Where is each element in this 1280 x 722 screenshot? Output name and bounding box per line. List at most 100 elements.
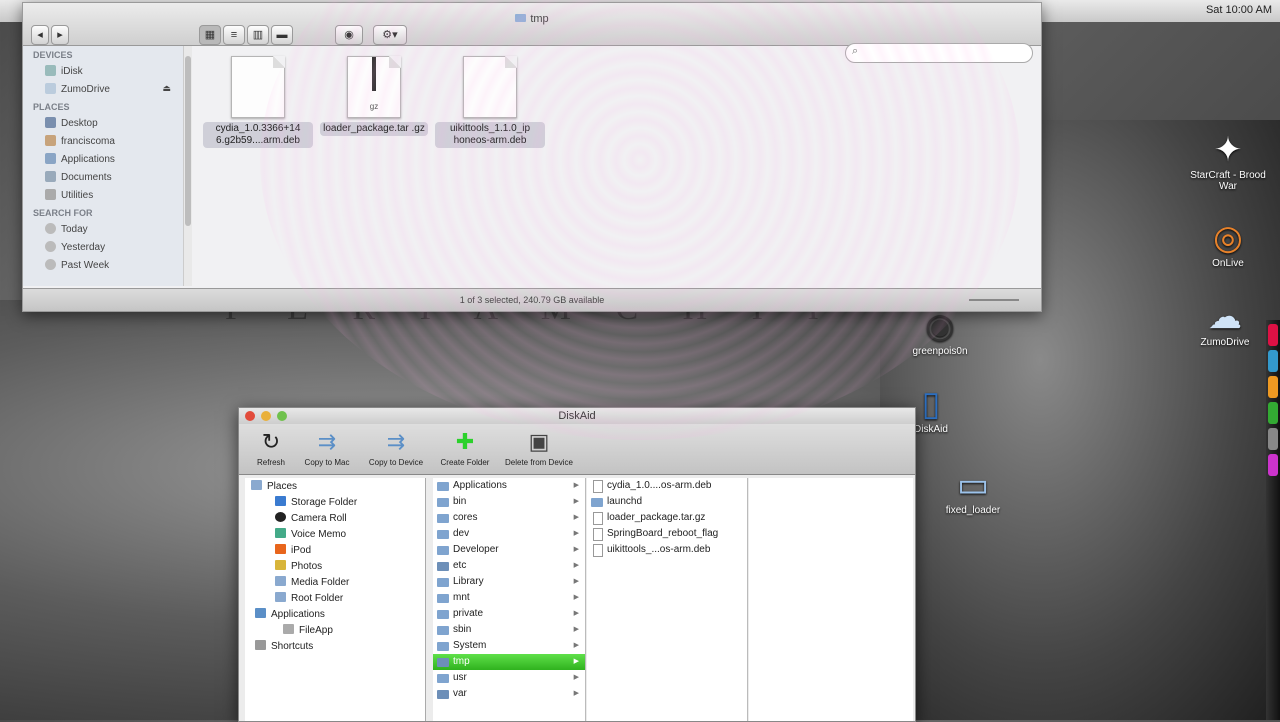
diskaid-titlebar[interactable]: DiskAid [239,408,915,424]
back-button[interactable]: ◂ [31,25,49,45]
zoom-button[interactable] [277,411,287,421]
copy-to-device-button[interactable]: ⇉ Copy to Device [363,426,429,467]
list-item[interactable]: private ▶ [433,606,585,622]
list-item[interactable]: etc ▶ [433,558,585,574]
item-label: uikittools_...os-arm.deb [607,544,711,555]
close-button[interactable] [245,411,255,421]
sidebar-item-applications[interactable]: Applications [23,150,183,168]
sidebar-item-label: Yesterday [61,242,106,253]
place-ipod[interactable]: iPod [245,542,425,558]
place-camera-roll[interactable]: Camera Roll [245,510,425,526]
list-item[interactable]: sbin ▶ [433,622,585,638]
disclosure-arrow-icon: ▶ [573,626,579,633]
list-item[interactable]: mnt ▶ [433,590,585,606]
item-label: tmp [453,656,470,667]
place-voice-memo[interactable]: Voice Memo [245,526,425,542]
action-menu-button[interactable]: ⚙▾ [373,25,407,45]
file-name: loader_package.tar .gz [320,122,428,136]
item-label: usr [453,672,467,683]
sidebar-item-zumodrive[interactable]: ZumoDrive ⏏ [23,80,183,98]
refresh-button[interactable]: ↻ Refresh [251,426,291,467]
disclosure-arrow-icon: ▶ [573,530,579,537]
sidebar-item-past-week[interactable]: Past Week [23,256,183,274]
places-header[interactable]: Places [245,478,425,494]
coverflow-view-button[interactable]: ▬ [271,25,293,45]
shortcuts-header[interactable]: Shortcuts [245,638,425,654]
sidebar-item-label: Documents [61,172,112,183]
sidebar-item-label: franciscoma [61,136,115,147]
column-view-button[interactable]: ▥ [247,25,269,45]
dock-item[interactable] [1268,376,1278,398]
list-item[interactable]: bin ▶ [433,494,585,510]
list-item[interactable]: Developer ▶ [433,542,585,558]
place-storage-folder[interactable]: Storage Folder [245,494,425,510]
list-view-button[interactable]: ≡ [223,25,245,45]
toolbar-label: Create Folder [440,458,490,467]
dock-item[interactable] [1268,402,1278,424]
list-item[interactable]: System ▶ [433,638,585,654]
folder-icon [437,674,449,683]
forward-button[interactable]: ▸ [51,25,69,45]
list-item[interactable]: launchd [587,494,747,510]
photos-icon [275,560,286,570]
place-photos[interactable]: Photos [245,558,425,574]
file-item-cydia[interactable]: cydia_1.0.3366+14 6.g2b59....arm.deb [203,56,313,148]
dock-item[interactable] [1268,324,1278,346]
list-item[interactable]: Library ▶ [433,574,585,590]
list-item[interactable]: usr ▶ [433,670,585,686]
list-item[interactable]: cydia_1.0....os-arm.deb [587,478,747,494]
eject-icon[interactable]: ⏏ [162,83,171,94]
desktop-icon-fixed-loader[interactable]: ▭ fixed_loader [928,465,1018,516]
list-item[interactable]: SpringBoard_reboot_flag [587,526,747,542]
toolbar-label: Copy to Device [368,458,424,467]
list-item-selected[interactable]: tmp ▶ [433,654,585,670]
copy-to-mac-button[interactable]: ⇉ Copy to Mac [299,426,355,467]
create-folder-button[interactable]: ✚ Create Folder [435,426,495,467]
menu-clock[interactable]: Sat 10:00 AM [1206,4,1272,16]
sidebar-item-idisk[interactable]: iDisk [23,62,183,80]
list-item[interactable]: dev ▶ [433,526,585,542]
desktop-icon-starcraft[interactable]: ✦ StarCraft - Brood War [1183,130,1273,192]
delete-from-device-button[interactable]: ▣ Delete from Device [499,426,579,467]
file-item-uikittools[interactable]: uikittools_1.1.0_ip honeos-arm.deb [435,56,545,148]
place-media-folder[interactable]: Media Folder [245,574,425,590]
documents-icon [45,171,56,182]
sidebar-item-yesterday[interactable]: Yesterday [23,238,183,256]
dock-item[interactable] [1268,454,1278,476]
desktop-icon-onlive[interactable]: ◎ OnLive [1183,218,1273,269]
dock-item[interactable] [1268,428,1278,450]
list-item[interactable]: uikittools_...os-arm.deb [587,542,747,558]
scrollbar-thumb[interactable] [185,56,191,226]
sidebar-item-documents[interactable]: Documents [23,168,183,186]
item-label: cydia_1.0....os-arm.deb [607,480,712,491]
list-item[interactable]: cores ▶ [433,510,585,526]
application-fileapp[interactable]: FileApp [245,622,425,638]
desktop-icon-zumodrive[interactable]: ☁ ZumoDrive [1180,297,1270,348]
sidebar-scrollbar[interactable] [183,46,192,286]
onlive-icon: ◎ [1213,219,1243,257]
folder-icon [437,642,449,651]
list-item[interactable]: var ▶ [433,686,585,702]
minimize-button[interactable] [261,411,271,421]
sidebar-item-desktop[interactable]: Desktop [23,114,183,132]
icon-view-button[interactable]: ▦ [199,25,221,45]
folder-icon: ▭ [956,466,990,504]
sidebar-item-today[interactable]: Today [23,220,183,238]
sidebar-item-utilities[interactable]: Utilities [23,186,183,204]
applications-header[interactable]: Applications [245,606,425,622]
list-item[interactable]: loader_package.tar.gz [587,510,747,526]
list-item[interactable]: Applications ▶ [433,478,585,494]
dock-item[interactable] [1268,350,1278,372]
desktop-icon-greenpois0n[interactable]: ◉ greenpois0n [895,306,985,357]
toolbar-label: Refresh [256,458,285,467]
quicklook-button[interactable]: ◉ [335,25,363,45]
folder-icon [275,592,286,602]
file-item-loader-package[interactable]: gz loader_package.tar .gz [319,56,429,136]
finder-window: tmp ◂ ▸ ▦ ≡ ▥ ▬ ◉ ⚙▾ ⌕ DEVICES iDisk Zum… [22,2,1042,312]
icon-size-slider[interactable] [969,299,1019,301]
place-root-folder[interactable]: Root Folder [245,590,425,606]
folder-icon [437,530,449,539]
finder-titlebar[interactable]: tmp ◂ ▸ ▦ ≡ ▥ ▬ ◉ ⚙▾ [23,3,1041,46]
sidebar-item-home[interactable]: franciscoma [23,132,183,150]
item-label: Library [453,576,484,587]
